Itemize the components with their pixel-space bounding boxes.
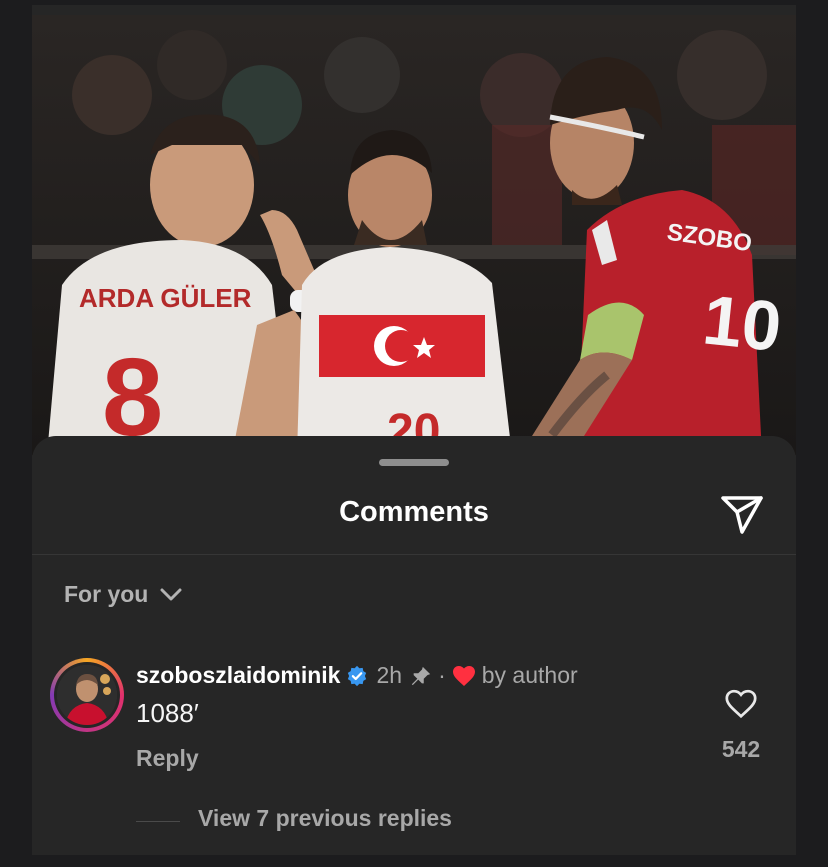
reply-button[interactable]: Reply — [136, 745, 199, 772]
paper-plane-icon — [721, 496, 763, 534]
comment-username[interactable]: szoboszlaidominik — [136, 662, 340, 689]
sort-dropdown[interactable]: For you — [64, 581, 182, 608]
jersey-number-right: 10 — [699, 280, 785, 366]
comment-meta: szoboszlaidominik 2h · by author — [136, 662, 578, 689]
sheet-title: Comments — [339, 496, 489, 528]
avatar-photo — [57, 665, 117, 725]
comments-sheet: Comments For you szoboszlaidominik 2h · … — [32, 436, 796, 855]
chevron-down-icon — [160, 588, 182, 600]
football-players-photo: ARDA GÜLER 8 20 SZOBO 10 — [32, 15, 796, 455]
like-count: 542 — [721, 736, 761, 762]
comment-text: 1088′ — [136, 698, 199, 728]
separator-dot: · — [438, 662, 446, 688]
replies-divider — [136, 821, 180, 822]
heart-filled-icon — [452, 665, 475, 686]
jersey-name-left: ARDA GÜLER — [79, 283, 252, 313]
avatar[interactable] — [50, 658, 124, 732]
heart-outline-icon — [725, 689, 757, 719]
header-divider — [32, 554, 796, 555]
post-image[interactable]: ARDA GÜLER 8 20 SZOBO 10 — [32, 15, 796, 455]
comment-time: 2h — [376, 662, 403, 688]
like-button[interactable] — [722, 686, 760, 722]
share-button[interactable] — [718, 491, 766, 539]
sort-label: For you — [64, 581, 149, 607]
pin-icon — [411, 666, 431, 685]
liked-by-author-label: by author — [481, 662, 578, 688]
view-replies-button[interactable]: View 7 previous replies — [198, 805, 452, 832]
verified-badge-icon — [348, 665, 367, 686]
drag-handle[interactable] — [379, 459, 449, 466]
comments-screen: ARDA GÜLER 8 20 SZOBO 10 Comments For yo… — [32, 5, 796, 855]
